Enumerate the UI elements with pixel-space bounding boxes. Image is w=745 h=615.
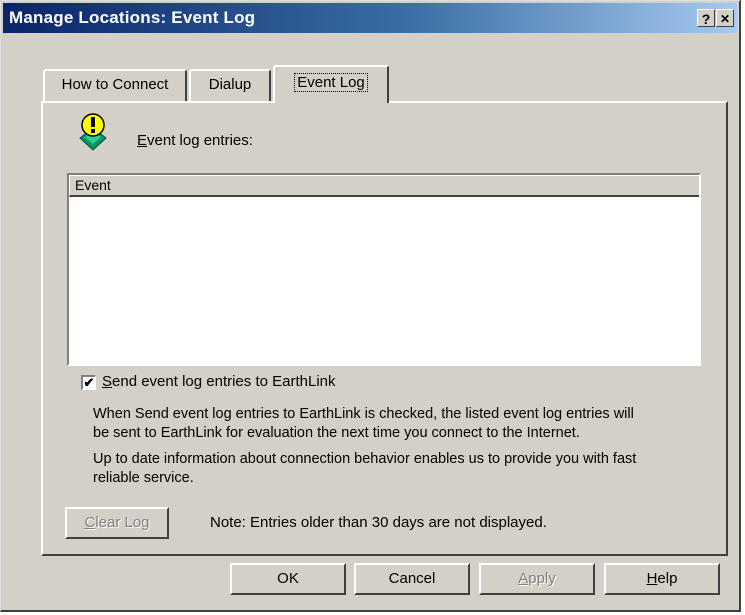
column-header-event[interactable]: Event — [69, 175, 699, 197]
title-bar[interactable]: Manage Locations: Event Log ? ✕ — [3, 3, 737, 33]
clear-log-button[interactable]: Clear Log — [65, 507, 169, 539]
tab-label: Dialup — [208, 76, 252, 93]
tab-event-log[interactable]: Event Log — [273, 65, 389, 103]
dialog-window: Manage Locations: Event Log ? ✕ How to C… — [0, 0, 741, 612]
close-button[interactable]: ✕ — [716, 9, 734, 27]
ok-button[interactable]: OK — [230, 563, 346, 595]
column-header-label: Event — [75, 177, 111, 193]
info-text-line4: reliable service. — [93, 470, 194, 486]
send-log-checkbox[interactable]: ✔ — [81, 375, 96, 390]
info-text-line1: When Send event log entries to EarthLink… — [93, 406, 634, 422]
tab-dialup[interactable]: Dialup — [189, 69, 271, 101]
tab-label: Event Log — [294, 73, 368, 92]
warning-icon — [79, 113, 107, 151]
tab-how-to-connect[interactable]: How to Connect — [43, 69, 187, 101]
cancel-button[interactable]: Cancel — [354, 563, 470, 595]
info-text-line3: Up to date information about connection … — [93, 451, 637, 467]
apply-button[interactable]: Apply — [479, 563, 595, 595]
send-log-label[interactable]: Send event log entries to EarthLink — [102, 373, 336, 390]
info-text-line2: be sent to EarthLink for evaluation the … — [93, 425, 580, 441]
window-title: Manage Locations: Event Log — [9, 8, 256, 27]
event-log-entries-label: Event log entries: — [137, 132, 253, 149]
help-button[interactable]: ? — [697, 9, 715, 27]
help-dialog-button[interactable]: Help — [604, 563, 720, 595]
note-text: Note: Entries older than 30 days are not… — [210, 514, 547, 531]
event-list[interactable]: Event — [67, 173, 701, 366]
tab-label: How to Connect — [61, 76, 169, 93]
